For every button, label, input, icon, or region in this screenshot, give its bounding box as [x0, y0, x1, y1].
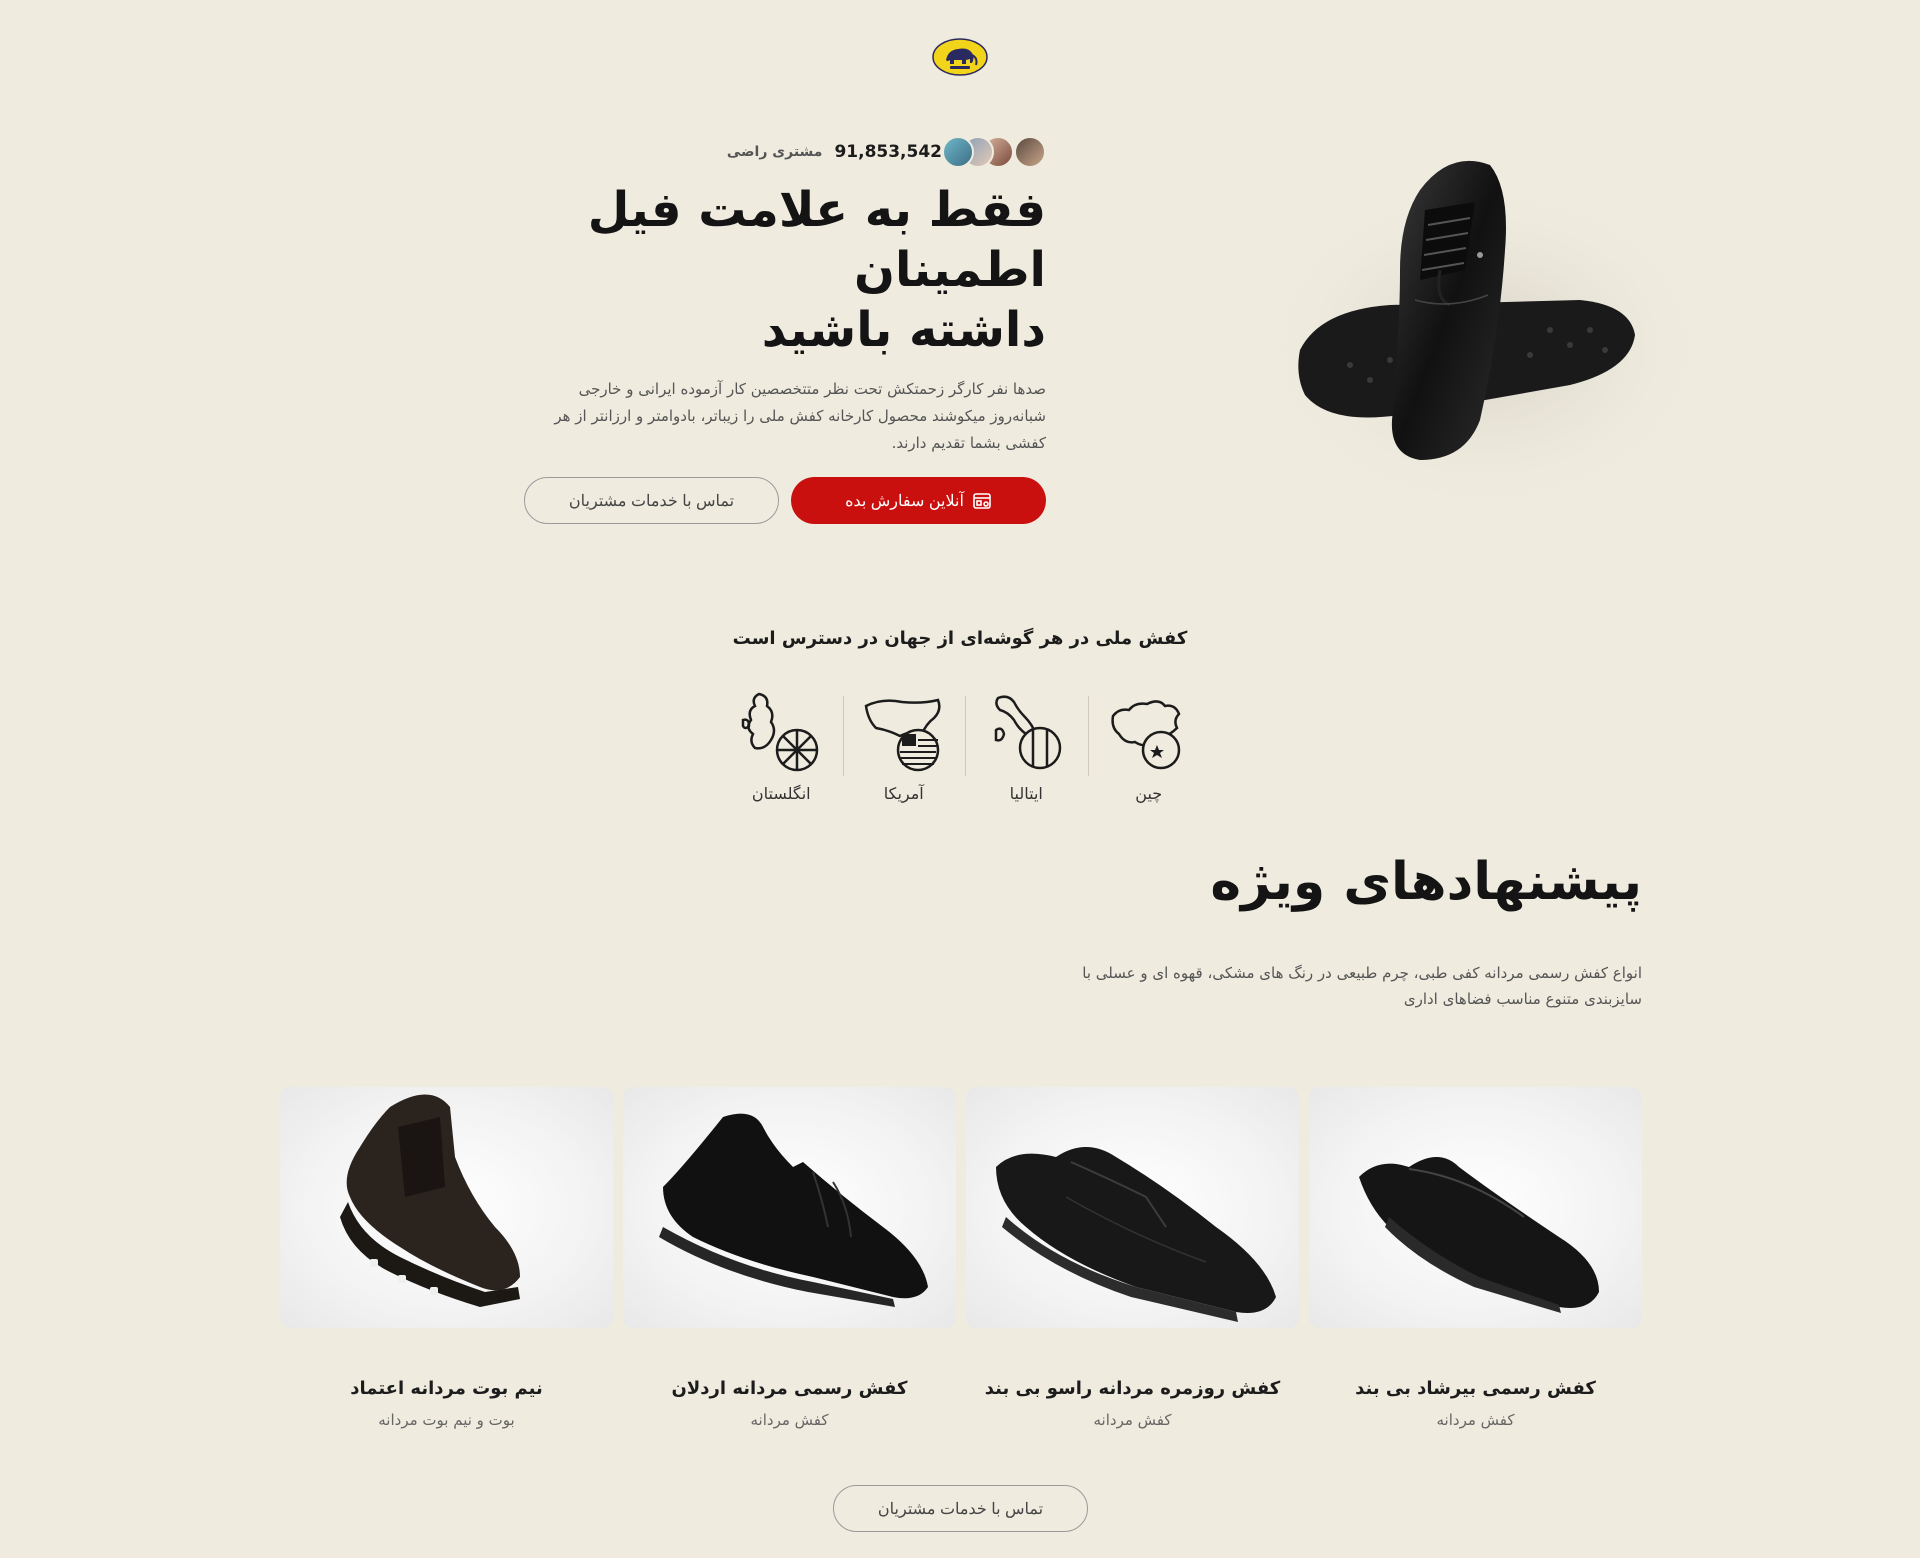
- product-image[interactable]: [623, 1087, 956, 1328]
- avatar: [1014, 136, 1046, 168]
- uk-map-icon: [742, 692, 819, 772]
- country-italy: ایتالیا: [965, 690, 1088, 820]
- country-name: انگلستان: [751, 784, 811, 803]
- italy-map-icon: [995, 695, 1062, 770]
- china-map-icon: [1111, 700, 1181, 770]
- product-name[interactable]: کفش روزمره مردانه راسو بی بند: [985, 1378, 1281, 1399]
- hero-section: 91,853,542 مشتری راضی فقط به علامت فیل ا…: [426, 134, 1046, 524]
- product-card[interactable]: کفش رسمی مردانه اردلان کفش مردانه: [623, 1087, 956, 1429]
- product-category: کفش مردانه: [750, 1411, 829, 1429]
- special-offers-title: پیشنهادهای ویژه: [1210, 852, 1642, 912]
- product-image[interactable]: [1309, 1087, 1642, 1328]
- hero-description: صدها نفر کارگر زحمتکش تحت نظر متتخصصین ک…: [554, 380, 1046, 452]
- customer-label: مشتری راضی: [726, 144, 823, 160]
- country-name: چین: [1135, 784, 1163, 803]
- hero-shoe-image: [1250, 130, 1720, 510]
- hero-title: فقط به علامت فیل اطمینان داشته باشید: [426, 180, 1046, 360]
- product-name[interactable]: کفش رسمی مردانه اردلان: [672, 1378, 908, 1399]
- contact-support-button[interactable]: تماس با خدمات مشتریان: [524, 477, 779, 524]
- elephant-logo-icon: [932, 38, 988, 76]
- special-offers-description: انواع کفش رسمی مردانه کفی طبی، چرم طبیعی…: [1082, 964, 1642, 1008]
- product-category: کفش مردانه: [1436, 1411, 1515, 1429]
- product-image[interactable]: [966, 1087, 1299, 1328]
- customer-avatars: [942, 136, 1046, 168]
- hero-title-line2: داشته باشید: [761, 302, 1046, 358]
- product-image[interactable]: [280, 1087, 613, 1328]
- order-online-label: آنلاین سفارش بده: [845, 492, 964, 510]
- hero-title-line1: فقط به علامت فیل اطمینان: [587, 182, 1046, 298]
- country-usa: آمریکا: [843, 690, 966, 820]
- products-grid: کفش رسمی بیرشاد بی بند کفش مردانه کفش رو…: [278, 1087, 1642, 1429]
- avatar: [942, 136, 974, 168]
- country-china: چین: [1088, 690, 1211, 820]
- product-name[interactable]: نیم بوت مردانه اعتماد: [350, 1378, 542, 1399]
- country-name: ایتالیا: [1009, 784, 1043, 803]
- hero-buttons: آنلاین سفارش بده تماس با خدمات مشتریان: [426, 477, 1046, 524]
- brand-logo[interactable]: [932, 38, 988, 76]
- product-category: کفش مردانه: [1093, 1411, 1172, 1429]
- country-name: آمریکا: [883, 784, 924, 803]
- usa-map-icon: [864, 698, 941, 772]
- countries-title: کفش ملی در هر گوشه‌ای از جهان در دسترس ا…: [732, 628, 1188, 649]
- country-uk: انگلستان: [720, 690, 843, 820]
- countries-list: چین ایتالیا آمریکا انگلستان: [720, 690, 1210, 820]
- product-card[interactable]: کفش رسمی بیرشاد بی بند کفش مردانه: [1309, 1087, 1642, 1429]
- product-card[interactable]: کفش روزمره مردانه راسو بی بند کفش مردانه: [966, 1087, 1299, 1429]
- shop-window-icon: [973, 492, 991, 509]
- customer-stats: 91,853,542 مشتری راضی: [426, 134, 1046, 170]
- order-online-button[interactable]: آنلاین سفارش بده: [791, 477, 1046, 524]
- product-card[interactable]: نیم بوت مردانه اعتماد بوت و نیم بوت مردا…: [280, 1087, 613, 1429]
- product-category: بوت و نیم بوت مردانه: [378, 1411, 515, 1429]
- product-name[interactable]: کفش رسمی بیرشاد بی بند: [1355, 1378, 1596, 1399]
- customer-count: 91,853,542: [834, 142, 942, 162]
- footer-contact-support-button[interactable]: تماس با خدمات مشتریان: [833, 1485, 1088, 1532]
